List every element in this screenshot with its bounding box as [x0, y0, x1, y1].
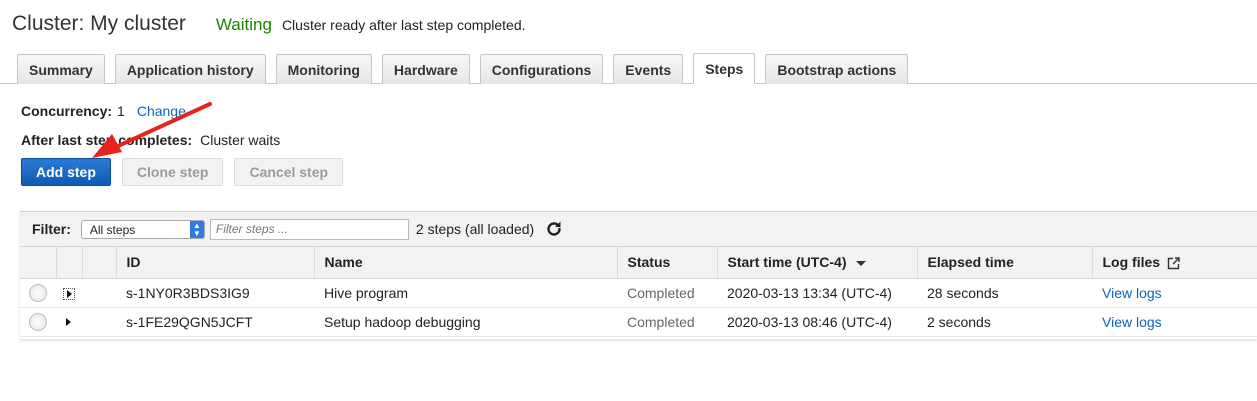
- cancel-step-button[interactable]: Cancel step: [234, 158, 344, 186]
- step-id: s-1NY0R3BDS3IG9: [116, 278, 314, 308]
- step-actions: Add step Clone step Cancel step: [21, 158, 344, 186]
- expand-column-header: [56, 247, 83, 279]
- step-start-time: 2020-03-13 08:46 (UTC-4): [717, 307, 917, 337]
- tab-hardware[interactable]: Hardware: [381, 54, 470, 84]
- expand-row-icon[interactable]: [63, 317, 75, 329]
- column-header-id[interactable]: ID: [116, 247, 315, 279]
- cluster-header: Cluster: My cluster Waiting Cluster read…: [12, 12, 526, 42]
- step-name: Setup hadoop debugging: [314, 307, 617, 337]
- column-header-start-time[interactable]: Start time (UTC-4): [717, 247, 918, 279]
- filter-steps-input[interactable]: [209, 218, 409, 240]
- log-files-header-label: Log files: [1102, 254, 1161, 271]
- concurrency-label: Concurrency:: [21, 103, 113, 119]
- tab-steps[interactable]: Steps: [693, 53, 756, 84]
- step-filter-select[interactable]: All steps ▲ ▼: [80, 219, 205, 239]
- filter-bar: Filter: All steps ▲▼ 2 steps (all loaded…: [20, 212, 1257, 247]
- view-logs-link[interactable]: View logs: [1102, 285, 1162, 301]
- select-column-header: [20, 247, 57, 279]
- step-status: Completed: [617, 307, 717, 337]
- step-id: s-1FE29QGN5JCFT: [116, 307, 314, 337]
- start-time-header-label: Start time (UTC-4): [727, 254, 847, 271]
- sort-descending-icon: [855, 261, 866, 267]
- step-status: Completed: [617, 278, 717, 308]
- tab-summary[interactable]: Summary: [17, 54, 105, 84]
- step-elapsed-time: 2 seconds: [917, 307, 1092, 337]
- tab-events[interactable]: Events: [613, 54, 684, 84]
- select-arrows-icon: ▲ ▼: [189, 220, 204, 238]
- tab-monitoring[interactable]: Monitoring: [275, 54, 372, 84]
- cluster-state: Waiting: [215, 15, 272, 34]
- after-last-step-row: After last step completes: Cluster waits: [21, 132, 280, 148]
- clone-step-button[interactable]: Clone step: [121, 158, 224, 186]
- steps-table: ID Name Status Start time (UTC-4) Elapse…: [20, 247, 1257, 337]
- tab-bar: Summary Application history Monitoring H…: [0, 53, 1257, 84]
- filter-label: Filter:: [32, 221, 71, 237]
- step-elapsed-time: 28 seconds: [917, 278, 1092, 308]
- view-logs-link[interactable]: View logs: [1102, 314, 1162, 330]
- tab-bootstrap-actions[interactable]: Bootstrap actions: [765, 54, 909, 84]
- steps-panel: Filter: All steps ▲▼ 2 steps (all loaded…: [20, 211, 1257, 339]
- table-row[interactable]: s-1FE29QGN5JCFT Setup hadoop debugging C…: [20, 307, 1257, 337]
- tab-configurations[interactable]: Configurations: [479, 54, 604, 84]
- step-filter-selected: All steps: [89, 222, 136, 237]
- expand-row-icon[interactable]: [63, 287, 75, 300]
- column-header-log-files: Log files: [1092, 247, 1257, 279]
- spacer-column-header: [82, 247, 117, 279]
- after-last-step-value: Cluster waits: [200, 132, 281, 148]
- step-name: Hive program: [314, 278, 617, 308]
- steps-count: 2 steps (all loaded): [415, 221, 535, 237]
- table-row[interactable]: s-1NY0R3BDS3IG9 Hive program Completed 2…: [20, 278, 1257, 308]
- column-header-elapsed-time[interactable]: Elapsed time: [917, 247, 1093, 279]
- change-concurrency-link[interactable]: Change: [137, 103, 186, 119]
- column-header-status[interactable]: Status: [617, 247, 718, 279]
- tab-application-history[interactable]: Application history: [114, 54, 266, 84]
- cluster-state-message: Cluster ready after last step completed.: [281, 17, 526, 33]
- step-start-time: 2020-03-13 13:34 (UTC-4): [717, 278, 917, 308]
- page-title: Cluster: My cluster: [12, 12, 186, 35]
- external-link-icon: [1167, 257, 1180, 270]
- after-last-step-label: After last step completes:: [21, 132, 193, 148]
- table-header-row: ID Name Status Start time (UTC-4) Elapse…: [20, 247, 1257, 279]
- concurrency-row: Concurrency: 1 Change: [21, 103, 186, 119]
- refresh-icon[interactable]: [545, 220, 563, 238]
- row-select-radio[interactable]: [29, 312, 47, 331]
- concurrency-value: 1: [117, 103, 125, 119]
- column-header-name[interactable]: Name: [314, 247, 618, 279]
- row-select-radio[interactable]: [29, 283, 47, 302]
- add-step-button[interactable]: Add step: [21, 158, 111, 186]
